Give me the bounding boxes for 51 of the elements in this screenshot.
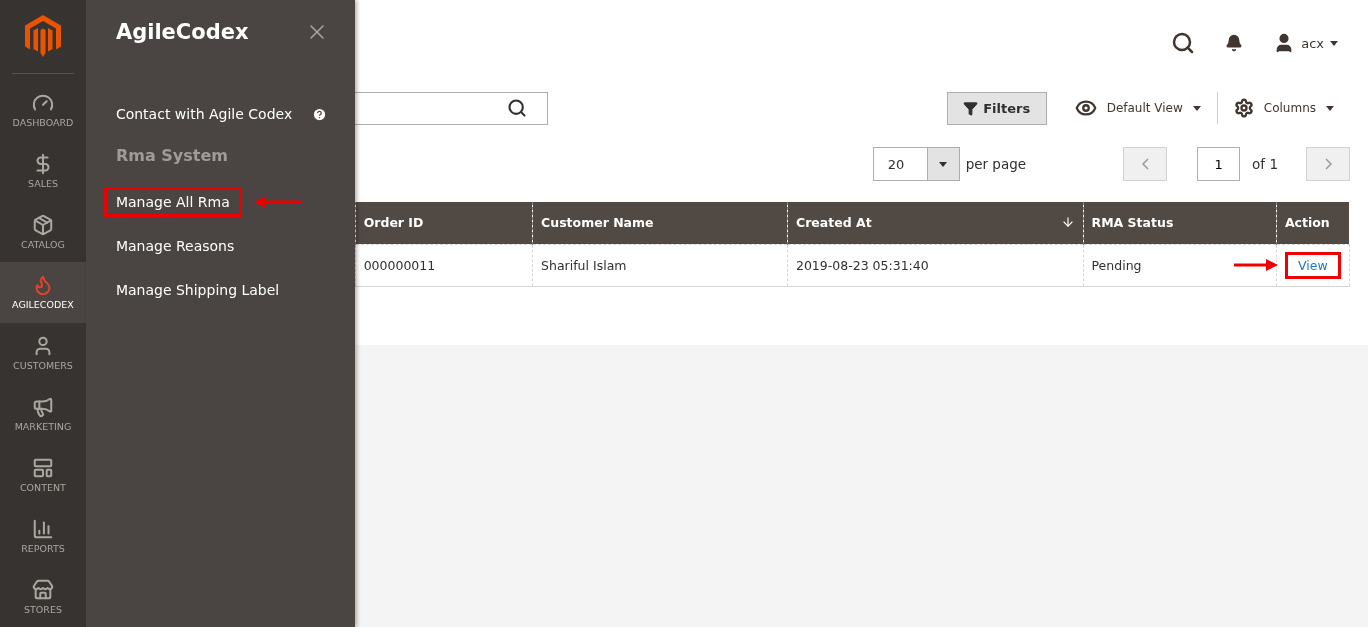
table-cell: Shariful Islam	[532, 244, 788, 286]
menu-link[interactable]: Manage Reasons	[103, 231, 247, 261]
column-header[interactable]: RMA Status	[1083, 202, 1277, 244]
column-header[interactable]: Action	[1276, 202, 1350, 244]
logo-icon	[24, 15, 61, 58]
search-field[interactable]	[354, 91, 548, 125]
column-header[interactable]: Order ID	[355, 202, 533, 244]
column-header[interactable]: Customer Name	[532, 202, 788, 244]
search-icon[interactable]	[1171, 31, 1196, 55]
box-icon	[31, 213, 54, 236]
table-cell: 2019-08-23 05:31:40	[787, 244, 1084, 286]
arrow-annotation	[253, 196, 302, 208]
column-header[interactable]: Created At	[787, 202, 1084, 244]
bell-icon[interactable]	[1225, 34, 1244, 52]
user-menu[interactable]: acx	[1273, 32, 1338, 54]
view-dropdown[interactable]: Default View	[1058, 97, 1217, 119]
chevron-right-icon	[1324, 158, 1332, 170]
page-field[interactable]: 1	[1197, 147, 1241, 181]
page-count: of 1	[1252, 156, 1278, 172]
table-cell: Pending	[1083, 244, 1277, 286]
menu-link[interactable]: Manage Shipping Label	[103, 275, 292, 305]
nav-item[interactable]: DASHBOARD	[0, 79, 86, 141]
help-icon[interactable]	[312, 106, 328, 122]
funnel-icon	[963, 100, 979, 116]
table-cell: 000000011	[355, 244, 533, 286]
chevron-left-icon	[1141, 158, 1149, 170]
filters-button[interactable]: Filters	[946, 91, 1047, 125]
megaphone-icon	[31, 396, 54, 419]
nav-item[interactable]: CATALOG	[0, 201, 86, 263]
sort-arrow-icon	[1060, 215, 1075, 229]
nav-item[interactable]: MARKETING	[0, 383, 86, 445]
per-page-label: per page	[965, 156, 1027, 172]
columns-dropdown[interactable]: Columns	[1217, 98, 1350, 118]
store-icon	[31, 578, 54, 601]
nav-item[interactable]: SALES	[0, 140, 86, 202]
per-page-select[interactable]: 20	[872, 147, 960, 181]
layout-icon	[31, 456, 54, 479]
view-link[interactable]: View	[1284, 251, 1341, 279]
menu-link[interactable]: Manage All Rma	[103, 187, 242, 217]
nav-item[interactable]: REPORTS	[0, 505, 86, 567]
arrow-annotation	[1233, 259, 1278, 271]
bar-chart-icon	[31, 517, 54, 540]
nav-item[interactable]: CUSTOMERS	[0, 322, 86, 384]
menu-link[interactable]: Contact with Agile Codex	[103, 99, 305, 129]
nav-item[interactable]: AGILECODEX	[0, 262, 86, 323]
menu-title: AgileCodex	[115, 20, 249, 44]
menu-section-heading: Rma System	[115, 145, 228, 165]
nav-item[interactable]: CONTENT	[0, 444, 86, 506]
search-icon	[506, 98, 527, 118]
gear-icon	[1233, 98, 1254, 118]
nav-item[interactable]: STORES	[0, 566, 86, 627]
